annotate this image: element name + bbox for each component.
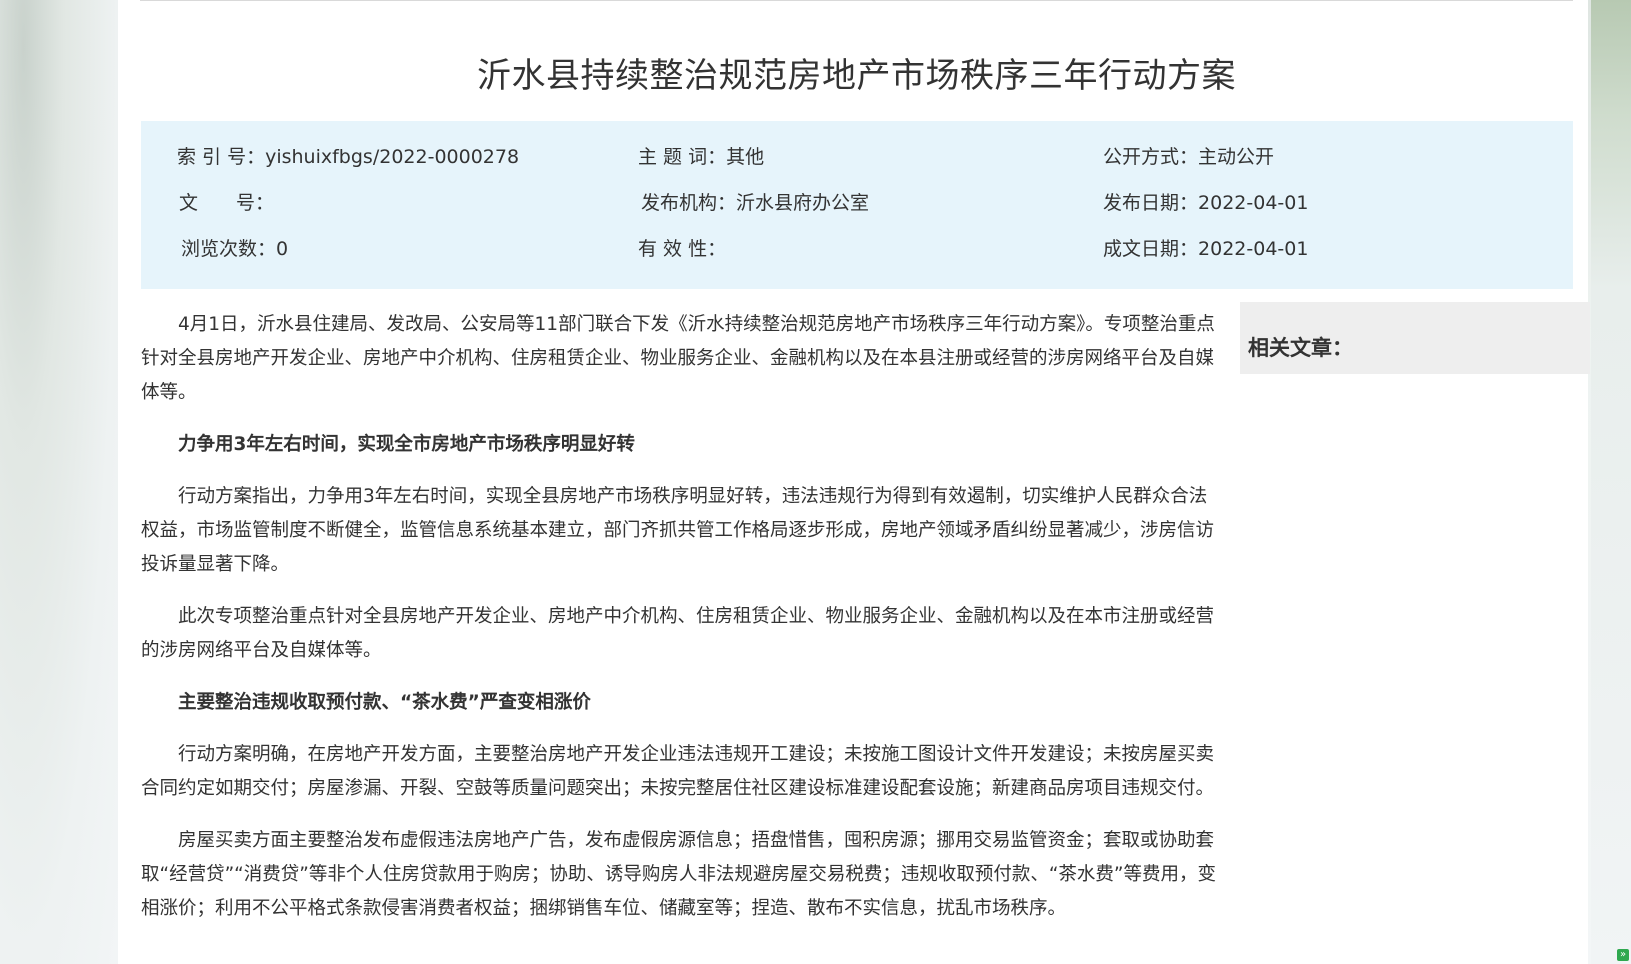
meta-publish-date-label: 发布日期： <box>1103 192 1199 214</box>
meta-publisher-label: 发布机构： <box>641 192 737 214</box>
meta-written-date: 成文日期：2022-04-01 <box>1103 234 1308 261</box>
article-body: 4月1日，沂水县住建局、发改局、公安局等11部门联合下发《沂水持续整治规范房地产… <box>141 308 1216 944</box>
meta-index-label: 索 引 号： <box>177 146 266 168</box>
divider <box>140 0 1573 1</box>
meta-views: 浏览次数：0 <box>181 234 288 261</box>
scroll-to-bottom-icon[interactable]: » <box>1617 949 1629 961</box>
meta-panel: 索 引 号：yishuixfbgs/2022-0000278 主 题 词：其他 … <box>141 121 1573 289</box>
paragraph-2: 行动方案指出，力争用3年左右时间，实现全县房地产市场秩序明显好转，违法违规行为得… <box>141 486 1215 575</box>
related-articles-panel: 相关文章： <box>1240 302 1590 374</box>
background-left <box>0 0 118 964</box>
paragraph-4: 行动方案明确，在房地产开发方面，主要整治房地产开发企业违法违规开工建设；未按施工… <box>141 744 1215 799</box>
paragraph-1: 4月1日，沂水县住建局、发改局、公安局等11部门联合下发《沂水持续整治规范房地产… <box>141 314 1215 403</box>
meta-written-date-value: 2022-04-01 <box>1198 238 1309 260</box>
meta-publisher-value: 沂水县府办公室 <box>736 192 870 214</box>
meta-validity: 有 效 性： <box>638 234 726 261</box>
background-right <box>1591 0 1631 964</box>
subheading-1: 力争用3年左右时间，实现全市房地产市场秩序明显好转 <box>178 434 635 455</box>
article-page: 沂水县持续整治规范房地产市场秩序三年行动方案 索 引 号：yishuixfbgs… <box>118 0 1590 964</box>
related-articles-title: 相关文章： <box>1248 336 1353 360</box>
subheading-2: 主要整治违规收取预付款、“茶水费”严查变相涨价 <box>178 692 591 713</box>
meta-subject-label: 主 题 词： <box>638 146 727 168</box>
meta-subject-value: 其他 <box>726 146 765 168</box>
meta-validity-label: 有 效 性： <box>638 238 727 260</box>
meta-subject: 主 题 词：其他 <box>638 142 764 169</box>
meta-publish-date-value: 2022-04-01 <box>1198 192 1309 214</box>
paragraph-3: 此次专项整治重点针对全县房地产开发企业、房地产中介机构、住房租赁企业、物业服务企… <box>141 606 1215 661</box>
meta-index: 索 引 号：yishuixfbgs/2022-0000278 <box>177 142 519 169</box>
meta-written-date-label: 成文日期： <box>1103 238 1199 260</box>
meta-publish-date: 发布日期：2022-04-01 <box>1103 188 1308 215</box>
meta-publisher: 发布机构：沂水县府办公室 <box>641 188 869 215</box>
meta-views-label: 浏览次数： <box>181 238 277 260</box>
meta-disclosure-value: 主动公开 <box>1198 146 1275 168</box>
meta-disclosure: 公开方式：主动公开 <box>1103 142 1274 169</box>
meta-disclosure-label: 公开方式： <box>1103 146 1199 168</box>
paragraph-5: 房屋买卖方面主要整治发布虚假违法房地产广告，发布虚假房源信息；捂盘惜售，囤积房源… <box>141 830 1217 919</box>
meta-docno: 文 号： <box>179 188 274 215</box>
meta-docno-label: 文 号： <box>179 192 275 214</box>
meta-index-value: yishuixfbgs/2022-0000278 <box>265 146 520 168</box>
page-title: 沂水县持续整治规范房地产市场秩序三年行动方案 <box>477 56 1236 96</box>
meta-views-value: 0 <box>276 238 289 260</box>
